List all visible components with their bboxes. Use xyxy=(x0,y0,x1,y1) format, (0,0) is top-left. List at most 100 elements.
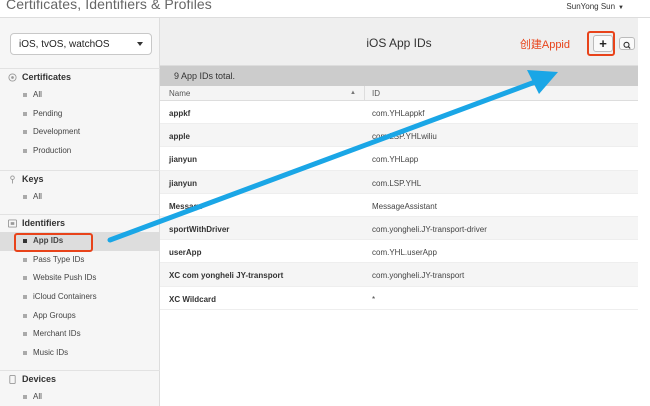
sidebar-item-label: Merchant IDs xyxy=(33,329,81,339)
platform-select[interactable]: iOS, tvOS, watchOS xyxy=(10,33,152,55)
total-count: 9 App IDs total. xyxy=(160,66,638,86)
sidebar-item-keys-all[interactable]: All xyxy=(0,188,160,207)
sidebar-item-music-ids[interactable]: Music IDs xyxy=(0,344,160,363)
bullet-icon xyxy=(23,276,27,281)
row-name: userApp xyxy=(169,248,202,258)
user-name: SunYong Sun xyxy=(566,2,616,11)
main-header: iOS App IDs 创建Appid + xyxy=(160,18,638,66)
sidebar-item-devices-all[interactable]: All xyxy=(0,388,160,406)
row-name: jianyun xyxy=(169,155,198,165)
bullet-icon xyxy=(23,93,27,97)
bullet-icon xyxy=(23,130,27,135)
sidebar-item-certificates-all[interactable]: All xyxy=(0,86,160,105)
table-row[interactable]: jianyun com.LSP.YHL xyxy=(160,170,638,194)
row-name: apple xyxy=(169,132,190,142)
sort-ascending-icon[interactable]: ▲ xyxy=(350,90,356,96)
sidebar-item-label: Production xyxy=(33,146,72,156)
sidebar-heading-devices: Devices xyxy=(0,370,160,388)
sidebar-item-label: Pending xyxy=(33,108,63,118)
bullet-icon xyxy=(23,351,27,356)
table-row[interactable]: jianyun com.YHLapp xyxy=(160,147,638,171)
row-id: com.YHL.userApp xyxy=(372,248,437,258)
device-icon xyxy=(9,375,16,384)
sidebar-item-label: All xyxy=(33,192,42,201)
sidebar-item-pending[interactable]: Pending xyxy=(0,105,160,124)
search-button[interactable] xyxy=(619,37,635,50)
row-name: XC Wildcard xyxy=(169,294,217,304)
annotation-label: 创建Appid xyxy=(519,39,570,51)
row-id: com.YHLapp xyxy=(372,155,419,165)
row-name: jianyun xyxy=(169,178,198,188)
chevron-down-icon xyxy=(137,42,143,46)
table-row[interactable]: XC com yongheli JY-transport com.yongheli… xyxy=(160,263,638,287)
sidebar-section-devices: Devices All xyxy=(0,370,160,406)
chevron-down-icon: ▼ xyxy=(618,5,624,11)
sidebar-item-label: App Groups xyxy=(33,310,76,320)
row-name: sportWithDriver xyxy=(169,224,230,234)
table-header: Name ▲ ID xyxy=(160,86,638,101)
sidebar: iOS, tvOS, watchOS Certificates All Pend… xyxy=(0,18,160,406)
bullet-icon xyxy=(23,395,27,399)
sidebar-heading-label: Keys xyxy=(22,174,44,184)
sidebar-heading-keys: Keys xyxy=(0,170,160,188)
row-id: com.yongheli.JY-transport xyxy=(372,271,465,281)
sidebar-item-app-groups[interactable]: App Groups xyxy=(0,307,160,326)
sidebar-item-label: All xyxy=(33,392,42,401)
sidebar-item-website-push-ids[interactable]: Website Push IDs xyxy=(0,269,160,288)
sidebar-heading-label: Identifiers xyxy=(22,218,66,228)
bullet-icon xyxy=(23,332,27,337)
column-header-id[interactable]: ID xyxy=(372,89,380,98)
row-id: com.LSP.YHLwiliu xyxy=(372,132,437,142)
table-row[interactable]: Message MessageAssistant xyxy=(160,194,638,217)
search-icon xyxy=(623,41,631,49)
sidebar-item-icloud-containers[interactable]: iCloud Containers xyxy=(0,288,160,307)
column-divider xyxy=(364,86,365,101)
row-name: Message xyxy=(169,201,203,211)
bullet-icon xyxy=(23,295,27,300)
bullet-icon xyxy=(23,313,27,318)
app-title: Certificates, Identifiers & Profiles xyxy=(6,0,212,12)
sidebar-item-merchant-ids[interactable]: Merchant IDs xyxy=(0,325,160,344)
sidebar-section-keys: Keys All xyxy=(0,170,160,207)
table-row[interactable]: apple com.LSP.YHLwiliu xyxy=(160,124,638,148)
key-icon xyxy=(10,175,15,184)
row-id: com.YHLappkf xyxy=(372,109,425,118)
app-ids-table: appkf com.YHLappkf apple com.LSP.YHLwiliu … xyxy=(160,101,638,310)
annotation-box-add xyxy=(587,31,615,56)
sidebar-item-label: Development xyxy=(33,127,81,137)
sidebar-item-label: iCloud Containers xyxy=(33,292,97,302)
annotation-box-app-ids xyxy=(14,233,93,252)
column-header-name[interactable]: Name xyxy=(169,89,190,98)
bullet-icon xyxy=(23,257,27,262)
sidebar-heading-certificates: Certificates xyxy=(0,68,160,86)
sidebar-item-production[interactable]: Production xyxy=(0,142,160,161)
sidebar-heading-label: Certificates xyxy=(22,72,72,82)
main-panel: iOS App IDs 创建Appid + 9 App IDs total. N… xyxy=(160,18,638,406)
bullet-icon xyxy=(23,111,27,116)
identifier-icon xyxy=(8,219,17,228)
sidebar-item-label: All xyxy=(33,90,42,99)
table-row[interactable]: sportWithDriver com.yongheli.JY-transport… xyxy=(160,216,638,241)
table-row[interactable]: userApp com.YHL.userApp xyxy=(160,240,638,264)
certificate-icon xyxy=(8,73,17,82)
sidebar-item-pass-type-ids[interactable]: Pass Type IDs xyxy=(0,251,160,270)
row-id: com.LSP.YHL xyxy=(372,178,422,188)
row-id: com.yongheli.JY-transport-driver xyxy=(372,224,487,234)
bullet-icon xyxy=(23,149,27,154)
top-bar: Certificates, Identifiers & Profiles Sun… xyxy=(0,0,650,18)
bullet-icon xyxy=(23,195,27,199)
table-row[interactable]: XC Wildcard * xyxy=(160,287,638,310)
sidebar-item-label: Website Push IDs xyxy=(33,273,97,283)
sidebar-item-label: Pass Type IDs xyxy=(33,254,85,264)
sidebar-heading-label: Devices xyxy=(22,374,57,384)
row-id: * xyxy=(372,294,376,304)
table-row[interactable]: appkf com.YHLappkf xyxy=(160,101,638,125)
sidebar-item-label: Music IDs xyxy=(33,348,69,358)
sidebar-heading-identifiers: Identifiers xyxy=(0,214,160,232)
row-name: appkf xyxy=(169,109,191,118)
row-id: MessageAssistant xyxy=(372,201,437,211)
user-menu[interactable]: SunYong Sun ▼ xyxy=(566,2,624,11)
platform-select-value: iOS, tvOS, watchOS xyxy=(19,39,110,50)
sidebar-item-development[interactable]: Development xyxy=(0,123,160,142)
sidebar-section-certificates: Certificates All Pending Development Pro… xyxy=(0,68,160,161)
